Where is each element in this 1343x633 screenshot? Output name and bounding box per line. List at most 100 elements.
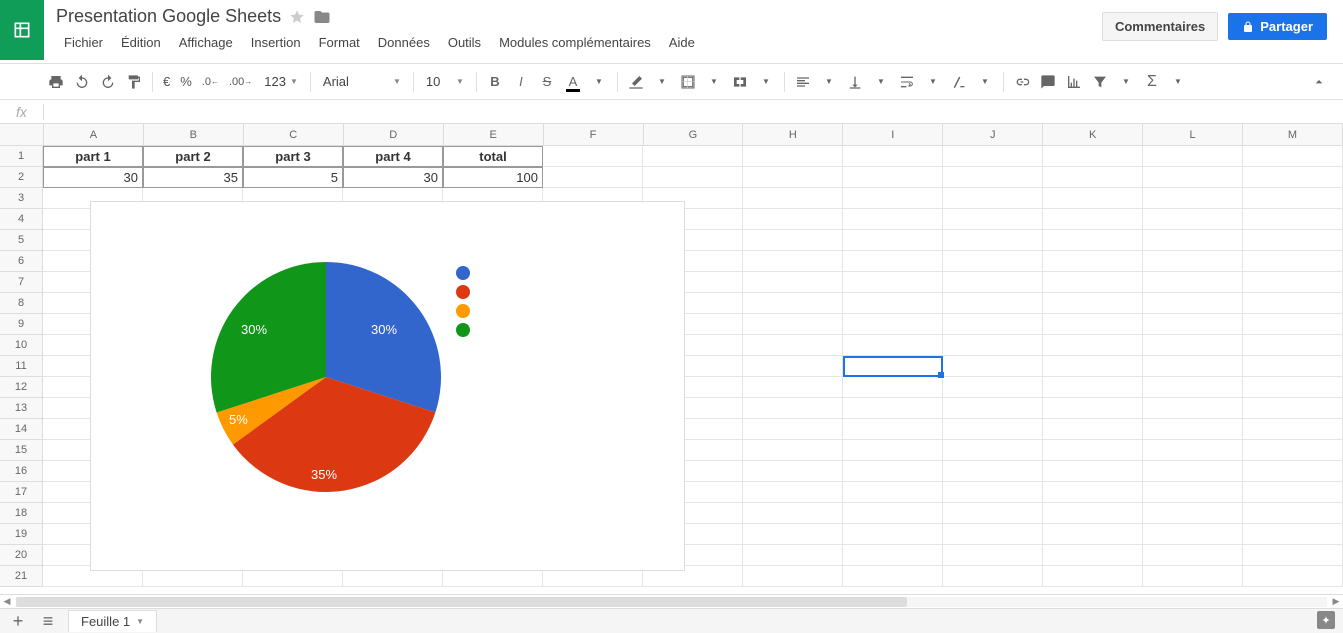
menu-edit[interactable]: Édition xyxy=(113,31,169,54)
sheet-tab-dropdown-icon[interactable]: ▼ xyxy=(136,617,144,626)
row-header[interactable]: 21 xyxy=(0,566,42,587)
cell[interactable] xyxy=(943,545,1043,566)
cell[interactable] xyxy=(843,293,943,314)
cell[interactable] xyxy=(1243,503,1343,524)
cell[interactable] xyxy=(743,146,843,167)
select-all-corner[interactable] xyxy=(0,124,44,145)
text-color-dropdown[interactable]: ▼ xyxy=(587,70,611,94)
rotate-dropdown[interactable]: ▼ xyxy=(973,70,997,94)
col-header[interactable]: C xyxy=(244,124,344,145)
cell[interactable] xyxy=(1243,482,1343,503)
row-header[interactable]: 13 xyxy=(0,398,42,419)
cell[interactable] xyxy=(943,398,1043,419)
functions-icon[interactable]: Σ xyxy=(1140,70,1164,94)
cell[interactable] xyxy=(843,167,943,188)
cell[interactable] xyxy=(1043,230,1143,251)
col-header[interactable]: B xyxy=(144,124,244,145)
cell-c2[interactable]: 5 xyxy=(243,167,343,188)
cell[interactable] xyxy=(743,167,843,188)
cell[interactable] xyxy=(1043,167,1143,188)
star-icon[interactable] xyxy=(289,9,305,25)
menu-view[interactable]: Affichage xyxy=(171,31,241,54)
all-sheets-button[interactable]: ≡ xyxy=(38,611,58,632)
cell[interactable] xyxy=(1043,398,1143,419)
cell[interactable] xyxy=(943,419,1043,440)
rotate-button[interactable] xyxy=(947,70,971,94)
menu-tools[interactable]: Outils xyxy=(440,31,489,54)
cell[interactable] xyxy=(1043,335,1143,356)
h-align-dropdown[interactable]: ▼ xyxy=(817,70,841,94)
link-icon[interactable] xyxy=(1010,70,1034,94)
row-header[interactable]: 1 xyxy=(0,146,42,167)
cell[interactable] xyxy=(643,167,743,188)
filter-dropdown[interactable]: ▼ xyxy=(1114,70,1138,94)
cell[interactable] xyxy=(1043,461,1143,482)
cell[interactable] xyxy=(943,272,1043,293)
col-header[interactable]: E xyxy=(444,124,544,145)
row-header[interactable]: 17 xyxy=(0,482,42,503)
cell[interactable] xyxy=(1143,524,1243,545)
cell[interactable] xyxy=(743,335,843,356)
redo-icon[interactable] xyxy=(96,70,120,94)
cell[interactable] xyxy=(1143,314,1243,335)
cell[interactable] xyxy=(1043,566,1143,587)
folder-icon[interactable] xyxy=(313,8,331,26)
cell[interactable] xyxy=(943,188,1043,209)
document-title[interactable]: Presentation Google Sheets xyxy=(56,6,281,27)
col-header[interactable]: L xyxy=(1143,124,1243,145)
row-header[interactable]: 6 xyxy=(0,251,42,272)
cell-a2[interactable]: 30 xyxy=(43,167,143,188)
cell[interactable] xyxy=(843,188,943,209)
horizontal-scrollbar[interactable]: ◀ ▶ xyxy=(0,594,1343,608)
cell-c1[interactable]: part 3 xyxy=(243,146,343,167)
col-header[interactable]: D xyxy=(344,124,444,145)
cell[interactable] xyxy=(1143,146,1243,167)
cell[interactable] xyxy=(1243,377,1343,398)
row-header[interactable]: 18 xyxy=(0,503,42,524)
cell[interactable] xyxy=(843,146,943,167)
cell[interactable] xyxy=(1143,482,1243,503)
cell[interactable] xyxy=(1243,293,1343,314)
cell[interactable] xyxy=(943,482,1043,503)
cell[interactable] xyxy=(543,167,643,188)
h-align-button[interactable] xyxy=(791,70,815,94)
cell[interactable] xyxy=(1143,503,1243,524)
cell[interactable] xyxy=(1043,188,1143,209)
cell[interactable] xyxy=(1243,440,1343,461)
cell[interactable] xyxy=(843,272,943,293)
cell[interactable] xyxy=(943,440,1043,461)
comments-button[interactable]: Commentaires xyxy=(1102,12,1218,41)
cell[interactable] xyxy=(843,524,943,545)
cell[interactable] xyxy=(843,314,943,335)
cell[interactable] xyxy=(943,293,1043,314)
cell[interactable] xyxy=(843,209,943,230)
cell-d2[interactable]: 30 xyxy=(343,167,443,188)
row-header[interactable]: 7 xyxy=(0,272,42,293)
v-align-dropdown[interactable]: ▼ xyxy=(869,70,893,94)
row-header[interactable]: 19 xyxy=(0,524,42,545)
cell[interactable] xyxy=(843,335,943,356)
cell[interactable] xyxy=(1243,461,1343,482)
sheet-tab-1[interactable]: Feuille 1 ▼ xyxy=(68,610,157,632)
cell[interactable] xyxy=(843,545,943,566)
col-header[interactable]: K xyxy=(1043,124,1143,145)
cell[interactable] xyxy=(1243,272,1343,293)
explore-button[interactable]: ✦ xyxy=(1317,611,1335,629)
v-align-button[interactable] xyxy=(843,70,867,94)
col-header[interactable]: M xyxy=(1243,124,1343,145)
row-header[interactable]: 3 xyxy=(0,188,42,209)
cell[interactable] xyxy=(1243,566,1343,587)
menu-addons[interactable]: Modules complémentaires xyxy=(491,31,659,54)
filter-icon[interactable] xyxy=(1088,70,1112,94)
row-header[interactable]: 20 xyxy=(0,545,42,566)
cell-b1[interactable]: part 2 xyxy=(143,146,243,167)
borders-button[interactable] xyxy=(676,70,700,94)
cell[interactable] xyxy=(943,377,1043,398)
cell[interactable] xyxy=(1143,545,1243,566)
scroll-right-icon[interactable]: ▶ xyxy=(1329,596,1343,607)
borders-dropdown[interactable]: ▼ xyxy=(702,70,726,94)
cell[interactable] xyxy=(743,356,843,377)
cell[interactable] xyxy=(843,251,943,272)
cell[interactable] xyxy=(1143,335,1243,356)
cell-a1[interactable]: part 1 xyxy=(43,146,143,167)
